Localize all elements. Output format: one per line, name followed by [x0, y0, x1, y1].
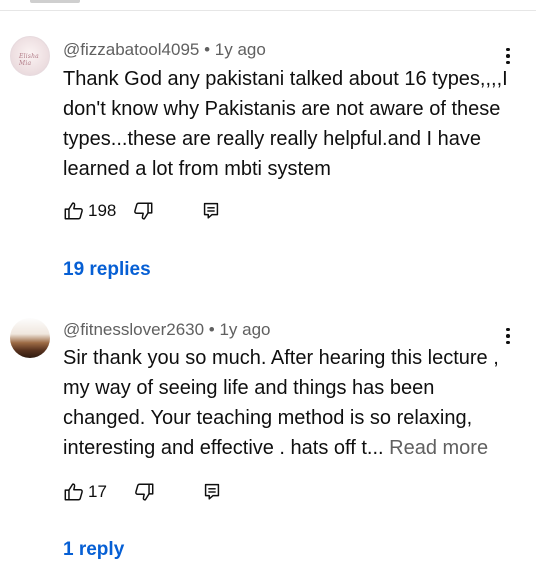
comment-time: 1y ago — [214, 40, 266, 59]
avatar[interactable]: Elisha Mia — [10, 36, 50, 76]
thumbs-down-icon[interactable] — [133, 481, 155, 503]
meta-separator: • — [199, 40, 215, 59]
thumbs-up-icon[interactable] — [63, 200, 85, 222]
like-count: 17 — [88, 482, 107, 501]
comment-text: Sir thank you so much. After hearing thi… — [63, 343, 513, 463]
author-handle[interactable]: @fizzabatool4095 — [63, 40, 199, 59]
top-divider — [0, 10, 536, 11]
comment-actions: 198 — [63, 199, 222, 223]
reply-comment-icon[interactable] — [201, 481, 223, 503]
thumbs-down-icon[interactable] — [132, 200, 154, 222]
comment-meta: @fizzabatool4095 • 1y ago — [63, 40, 266, 60]
avatar[interactable] — [10, 318, 50, 358]
reply-comment-icon[interactable] — [200, 200, 222, 222]
comment-time: 1y ago — [219, 320, 271, 339]
thumbs-up-icon[interactable] — [63, 481, 85, 503]
meta-separator: • — [204, 320, 220, 339]
avatar-text: Elisha Mia — [19, 53, 39, 67]
top-tab-indicator — [30, 0, 80, 3]
replies-link[interactable]: 1 reply — [63, 539, 124, 561]
comment-actions: 17 — [63, 480, 223, 504]
author-handle[interactable]: @fitnesslover2630 — [63, 320, 204, 339]
replies-link[interactable]: 19 replies — [63, 259, 151, 281]
comment-meta: @fitnesslover2630 • 1y ago — [63, 320, 271, 340]
like-count: 198 — [88, 201, 117, 220]
read-more-link[interactable]: Read more — [389, 437, 488, 459]
comment-text: Thank God any pakistani talked about 16 … — [63, 68, 508, 180]
